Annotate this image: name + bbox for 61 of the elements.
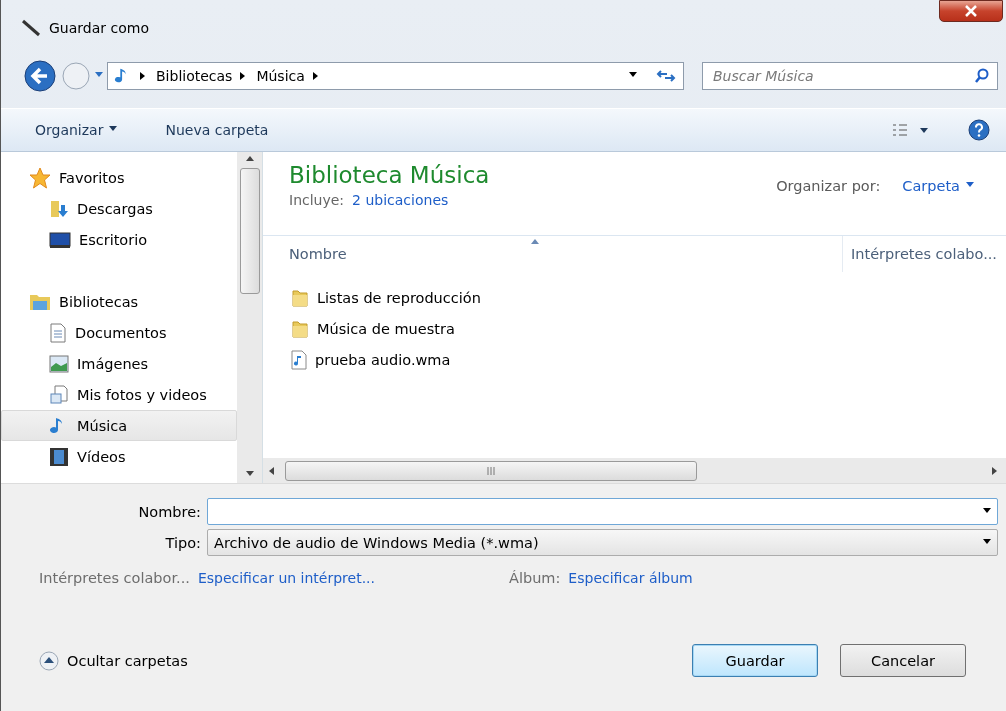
address-bar[interactable]: Bibliotecas Música [107,62,684,90]
nav-item[interactable]: Imágenes [1,348,237,379]
metadata-label: Intérpretes colabor... [39,570,190,586]
search-icon [974,68,990,84]
organize-button[interactable]: Organizar [31,118,122,142]
nav-item[interactable]: Música [1,410,237,441]
column-header[interactable]: Intérpretes colabo... [842,236,1006,272]
locations-link[interactable]: 2 ubicaciones [352,192,449,208]
new-folder-button[interactable]: Nueva carpeta [161,118,273,142]
folder-icon [291,287,309,308]
nav-item[interactable]: Vídeos [1,441,237,472]
collapse-icon [39,650,59,671]
help-icon[interactable] [968,119,990,141]
file-row[interactable]: prueba audio.wma [291,344,1006,375]
film-icon [49,446,69,467]
pen-icon [21,19,41,37]
metadata-label: Álbum: [509,570,561,586]
scroll-left-icon [269,466,277,475]
search-field[interactable]: Buscar Música [702,62,998,90]
nav-item[interactable]: Documentos [1,317,237,348]
star-icon [29,166,51,189]
arrange-dropdown[interactable]: Carpeta [898,174,978,198]
dialog-button[interactable]: Cancelar [840,644,966,677]
hide-folders-button[interactable]: Ocultar carpetas [39,650,188,671]
window-title: Guardar como [49,20,149,36]
vertical-scrollbar[interactable] [237,152,262,483]
dialog-button[interactable]: Guardar [692,644,818,677]
library-title: Biblioteca Música [289,162,490,188]
close-button[interactable] [939,0,1003,22]
back-icon[interactable] [23,59,57,93]
sort-icon [531,239,539,247]
nav-item[interactable]: Escritorio [1,224,237,255]
arrange-label: Organizar por: [776,178,881,194]
nav-group[interactable]: Bibliotecas [1,286,237,317]
nav-group[interactable]: Favoritos [1,162,237,193]
file-name-field[interactable] [207,498,998,525]
grip-icon [486,466,496,475]
file-type-dropdown[interactable]: Archivo de audio de Windows Media (*.wma) [207,529,998,556]
includes-label: Incluye: [289,192,345,208]
folder-icon [291,318,309,339]
image-icon [49,354,69,373]
breadcrumb[interactable]: Música [256,68,305,84]
file-row[interactable]: Música de muestra [291,313,1006,344]
audio-file-icon [291,349,307,370]
document-stack-icon [49,384,69,405]
nav-item[interactable]: Mis fotos y videos [1,379,237,410]
metadata-link[interactable]: Especificar un intérpret... [197,570,375,586]
breadcrumb[interactable]: Bibliotecas [156,68,233,84]
document-icon [49,322,67,343]
view-icon[interactable] [892,123,908,137]
field-label: Nombre: [137,503,201,520]
download-folder-icon [49,198,69,219]
horizontal-scrollbar[interactable] [263,458,1006,483]
close-icon [964,5,978,17]
column-header[interactable]: Nombre [263,236,842,272]
scroll-up-icon [245,156,254,164]
desktop-icon [49,230,71,249]
nav-item[interactable]: Descargas [1,193,237,224]
metadata-link[interactable]: Especificar álbum [568,570,693,586]
field-label: Tipo: [164,534,201,551]
file-row[interactable]: Listas de reproducción [291,282,1006,313]
